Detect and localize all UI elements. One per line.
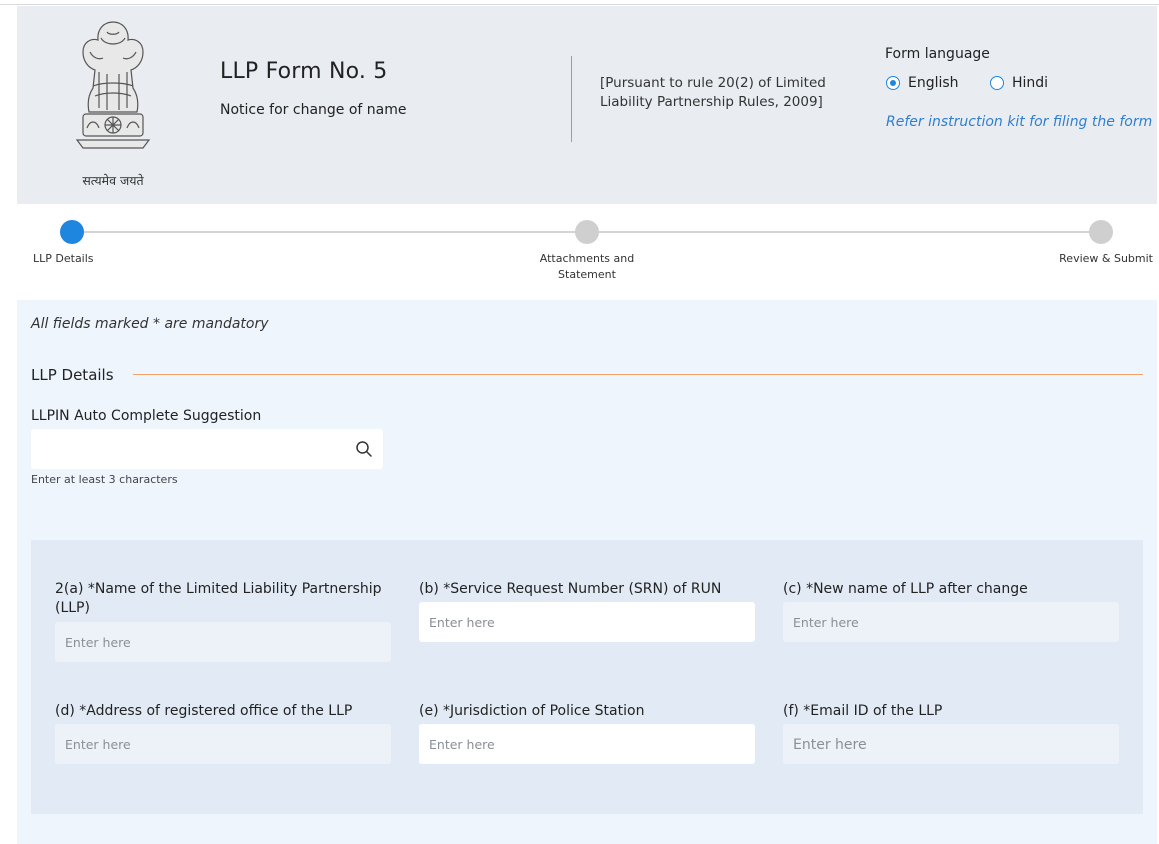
section-title: LLP Details xyxy=(31,366,114,384)
field-new-name-label: (c) *New name of LLP after change xyxy=(783,581,1028,597)
language-option-hindi[interactable]: Hindi xyxy=(990,75,1048,91)
field-srn-box xyxy=(419,602,755,642)
section-rule xyxy=(133,374,1143,375)
radio-hindi[interactable] xyxy=(990,76,1004,90)
step-review-submit-label: Review & Submit xyxy=(1059,252,1153,265)
llpin-search-input[interactable] xyxy=(31,429,383,469)
top-border xyxy=(0,4,1159,5)
form-subtitle: Notice for change of name xyxy=(220,102,407,118)
field-llp-name-box xyxy=(55,622,391,662)
form-body: All fields marked * are mandatory LLP De… xyxy=(17,300,1157,844)
progress-stepper: LLP Details Attachments and Statement Re… xyxy=(17,204,1157,300)
field-new-name-box xyxy=(783,602,1119,642)
step-llp-details-dot[interactable] xyxy=(60,220,84,244)
instruction-kit-link[interactable]: Refer instruction kit for filing the for… xyxy=(886,114,1152,130)
field-police-station-box xyxy=(419,724,755,764)
llpin-hint: Enter at least 3 characters xyxy=(31,473,178,486)
field-srn-label: (b) *Service Request Number (SRN) of RUN xyxy=(419,581,722,597)
rule-reference: [Pursuant to rule 20(2) of Limited Liabi… xyxy=(600,75,826,110)
address-input[interactable] xyxy=(55,724,391,764)
header-divider xyxy=(571,56,572,142)
national-emblem: सत्यमेव जयते xyxy=(63,16,163,188)
srn-input[interactable] xyxy=(419,602,755,642)
emblem-lions-icon xyxy=(75,21,151,149)
language-english-label: English xyxy=(908,75,959,91)
step-llp-details-label: LLP Details xyxy=(33,252,94,265)
emblem-motto: सत्यमेव जयते xyxy=(82,173,144,188)
form-title: LLP Form No. 5 xyxy=(220,59,388,84)
form-header: सत्यमेव जयते LLP Form No. 5 Notice for c… xyxy=(17,6,1157,204)
step-review-submit-dot[interactable] xyxy=(1089,220,1113,244)
field-police-station-label: (e) *Jurisdiction of Police Station xyxy=(419,703,645,719)
police-station-input[interactable] xyxy=(419,724,755,764)
llp-name-input[interactable] xyxy=(55,622,391,662)
search-icon[interactable] xyxy=(355,440,373,458)
step-attachments-label: Attachments and Statement xyxy=(539,252,635,281)
language-hindi-label: Hindi xyxy=(1012,75,1049,91)
language-option-english[interactable]: English xyxy=(886,75,959,91)
field-address-label: (d) *Address of registered office of the… xyxy=(55,703,353,719)
llpin-label: LLPIN Auto Complete Suggestion xyxy=(31,408,262,424)
field-address-box xyxy=(55,724,391,764)
new-name-input[interactable] xyxy=(783,602,1119,642)
step-attachments-dot[interactable] xyxy=(575,220,599,244)
email-input[interactable] xyxy=(783,724,1119,764)
field-email-box xyxy=(783,724,1119,764)
form-language-label: Form language xyxy=(885,46,990,62)
radio-english[interactable] xyxy=(886,76,900,90)
field-email-label: (f) *Email ID of the LLP xyxy=(783,703,943,719)
llpin-search-box xyxy=(31,429,383,469)
llp-fields-panel: 2(a) *Name of the Limited Liability Part… xyxy=(31,540,1143,814)
mandatory-note: All fields marked * are mandatory xyxy=(31,316,269,332)
field-llp-name-label: 2(a) *Name of the Limited Liability Part… xyxy=(55,581,382,616)
